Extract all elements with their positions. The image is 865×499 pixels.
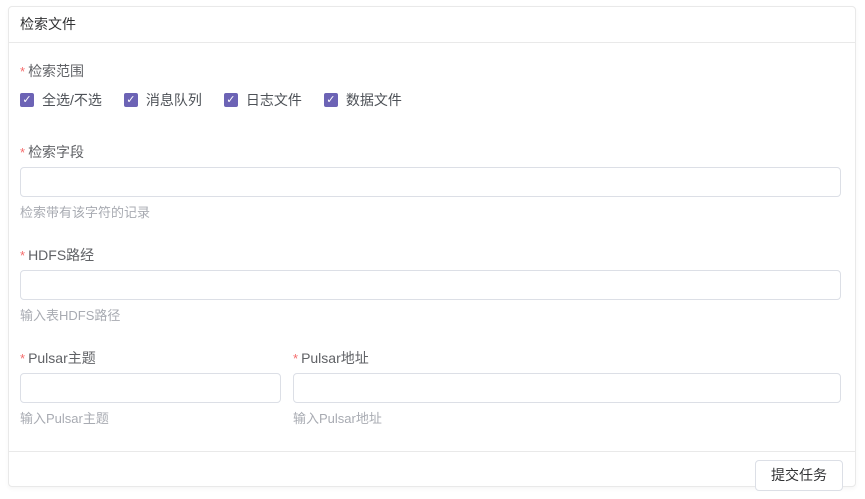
checkbox-option-message-queue[interactable]: ✓ 消息队列 — [124, 90, 202, 110]
pulsar-address-label: *Pulsar地址 — [293, 348, 841, 369]
submit-task-button[interactable]: 提交任务 — [755, 460, 843, 491]
required-asterisk: * — [20, 145, 25, 160]
required-asterisk: * — [293, 351, 298, 366]
pulsar-address-input[interactable] — [293, 373, 841, 403]
hdfs-path-hint: 输入表HDFS路径 — [20, 308, 841, 324]
checkbox-label: 消息队列 — [146, 90, 202, 110]
checkbox-option-select-all[interactable]: ✓ 全选/不选 — [20, 90, 102, 110]
card-footer: 提交任务 — [9, 451, 855, 499]
checkbox-label: 日志文件 — [246, 90, 302, 110]
form-item-keyword: *检索字段 检索带有该字符的记录 — [20, 142, 841, 221]
checkbox-checked-icon[interactable]: ✓ — [124, 93, 138, 107]
form-item-pulsar-address: *Pulsar地址 输入Pulsar地址 — [293, 348, 841, 427]
card-header: 检索文件 — [9, 7, 855, 43]
keyword-hint: 检索带有该字符的记录 — [20, 205, 841, 221]
checkbox-option-data-files[interactable]: ✓ 数据文件 — [324, 90, 402, 110]
checkbox-checked-icon[interactable]: ✓ — [324, 93, 338, 107]
card-title: 检索文件 — [20, 16, 76, 32]
keyword-label: *检索字段 — [20, 142, 841, 163]
form-item-scope: *检索范围 ✓ 全选/不选 ✓ 消息队列 ✓ 日志文件 ✓ 数据文件 — [20, 61, 841, 110]
checkbox-checked-icon[interactable]: ✓ — [224, 93, 238, 107]
pulsar-topic-input[interactable] — [20, 373, 281, 403]
checkbox-label: 全选/不选 — [42, 90, 102, 110]
pulsar-topic-hint: 输入Pulsar主题 — [20, 411, 281, 427]
checkbox-label: 数据文件 — [346, 90, 402, 110]
pulsar-topic-label: *Pulsar主题 — [20, 348, 281, 369]
keyword-input[interactable] — [20, 167, 841, 197]
checkbox-option-log-files[interactable]: ✓ 日志文件 — [224, 90, 302, 110]
hdfs-path-input[interactable] — [20, 270, 841, 300]
required-asterisk: * — [20, 248, 25, 263]
card-body: *检索范围 ✓ 全选/不选 ✓ 消息队列 ✓ 日志文件 ✓ 数据文件 — [9, 43, 855, 451]
pulsar-row: *Pulsar主题 输入Pulsar主题 *Pulsar地址 输入Pulsar地… — [20, 348, 841, 451]
required-asterisk: * — [20, 351, 25, 366]
scope-label: *检索范围 — [20, 61, 841, 82]
form-item-pulsar-topic: *Pulsar主题 输入Pulsar主题 — [20, 348, 281, 427]
hdfs-path-label: *HDFS路经 — [20, 245, 841, 266]
form-item-hdfs-path: *HDFS路经 输入表HDFS路径 — [20, 245, 841, 324]
pulsar-address-hint: 输入Pulsar地址 — [293, 411, 841, 427]
required-asterisk: * — [20, 64, 25, 79]
checkbox-checked-icon[interactable]: ✓ — [20, 93, 34, 107]
scope-checkbox-group: ✓ 全选/不选 ✓ 消息队列 ✓ 日志文件 ✓ 数据文件 — [20, 90, 841, 110]
search-files-card: 检索文件 *检索范围 ✓ 全选/不选 ✓ 消息队列 ✓ 日志文件 — [8, 6, 856, 487]
